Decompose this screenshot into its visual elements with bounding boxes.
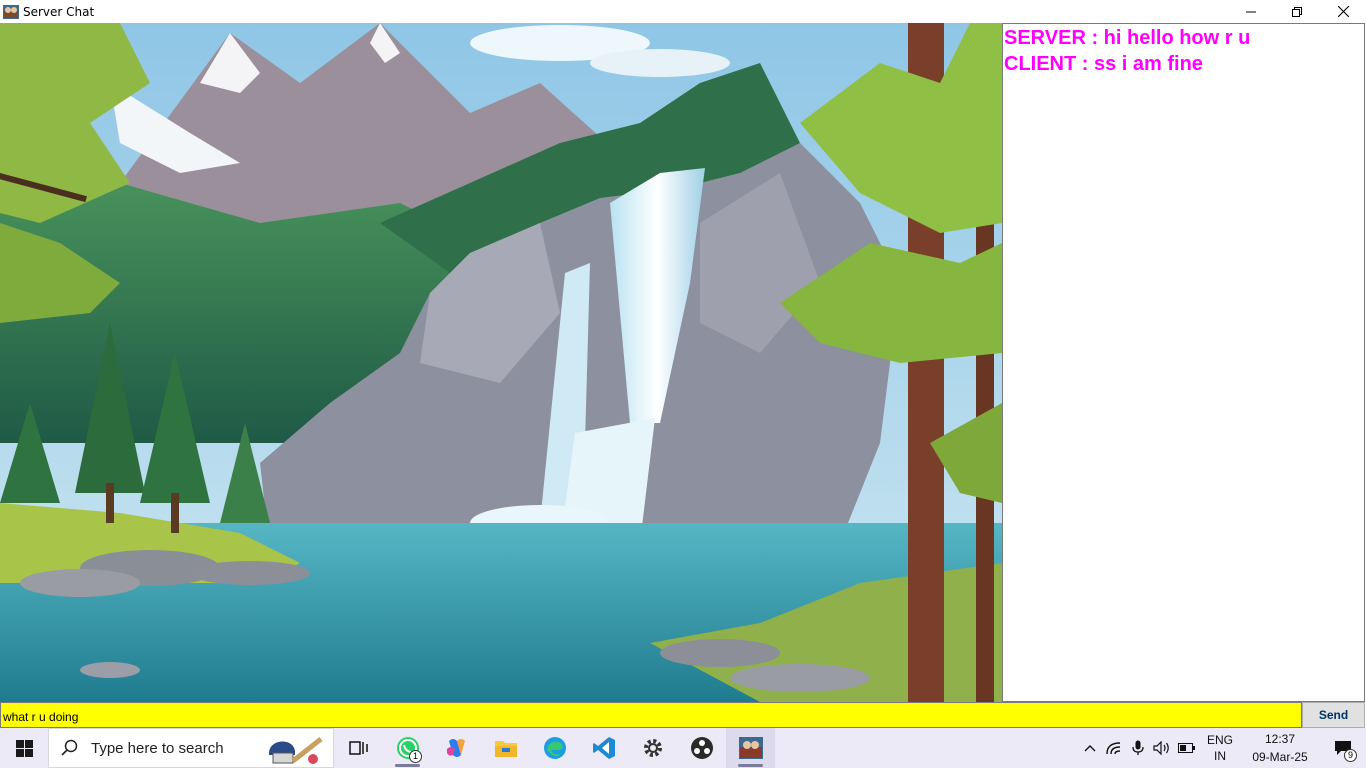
language-code: ENG — [1206, 733, 1233, 747]
taskbar-java-app[interactable] — [726, 728, 775, 768]
chat-display[interactable]: SERVER : hi hello how r u CLIENT : ss i … — [1002, 23, 1365, 702]
speaker-icon — [1153, 741, 1169, 755]
battery-button[interactable] — [1174, 728, 1200, 768]
task-view-icon — [348, 741, 368, 755]
search-placeholder: Type here to search — [91, 739, 224, 757]
whatsapp-unread-badge: 1 — [409, 750, 422, 763]
region-code: IN — [1214, 749, 1226, 763]
cricket-widget-icon — [269, 737, 323, 764]
app-icon — [3, 4, 19, 19]
notification-center-button[interactable]: 9 — [1320, 728, 1366, 768]
search-icon — [61, 739, 78, 756]
java-app-icon — [738, 737, 763, 759]
battery-icon — [1178, 743, 1195, 753]
obs-icon — [690, 737, 713, 759]
send-button[interactable]: Send — [1302, 702, 1365, 728]
vscode-icon — [592, 737, 615, 759]
chat-message: SERVER : hi hello how r u — [1004, 27, 1251, 49]
restore-icon — [1292, 6, 1302, 17]
chevron-up-icon — [1084, 745, 1096, 752]
minimize-icon — [1246, 11, 1256, 12]
taskbar-copilot[interactable] — [432, 728, 481, 768]
microphone-button[interactable] — [1126, 728, 1150, 768]
show-hidden-icons-button[interactable] — [1078, 728, 1102, 768]
taskbar-whatsapp[interactable]: 1 — [383, 728, 432, 768]
waterfall-landscape-image — [0, 23, 1002, 702]
taskbar-file-explorer[interactable] — [481, 728, 530, 768]
windows-logo-icon — [15, 739, 33, 757]
restore-button[interactable] — [1274, 0, 1320, 23]
clock[interactable]: 12:37 09-Mar-25 — [1240, 728, 1320, 768]
file-explorer-icon — [494, 741, 517, 757]
taskbar-search[interactable]: Type here to search — [48, 728, 334, 768]
taskbar-settings[interactable] — [628, 728, 677, 768]
network-button[interactable] — [1102, 728, 1126, 768]
volume-button[interactable] — [1150, 728, 1174, 768]
clock-date: 09-Mar-25 — [1252, 750, 1308, 764]
language-indicator[interactable]: ENG IN — [1200, 728, 1240, 768]
close-icon — [1337, 6, 1349, 17]
microphone-icon — [1132, 740, 1144, 755]
taskbar-obs[interactable] — [677, 728, 726, 768]
wifi-icon — [1106, 742, 1121, 755]
message-input-row: Send — [0, 702, 1366, 728]
close-button[interactable] — [1320, 0, 1366, 23]
minimize-button[interactable] — [1228, 0, 1274, 23]
system-tray: ENG IN 12:37 09-Mar-25 9 — [1078, 728, 1366, 768]
background-image — [0, 23, 1002, 702]
taskbar-vscode[interactable] — [579, 728, 628, 768]
copilot-icon — [446, 739, 465, 757]
notification-count-badge: 9 — [1344, 749, 1357, 762]
taskbar: Type here to search 1 ENG IN 12:37 09-Ma… — [0, 728, 1366, 768]
task-view-button[interactable] — [334, 728, 383, 768]
settings-icon — [643, 739, 662, 757]
start-button[interactable] — [0, 728, 48, 768]
chat-message: CLIENT : ss i am fine — [1004, 53, 1203, 75]
clock-time: 12:37 — [1264, 732, 1296, 746]
edge-icon — [543, 737, 566, 759]
message-input[interactable] — [0, 702, 1302, 728]
window-title: Server Chat — [23, 4, 95, 19]
taskbar-edge[interactable] — [530, 728, 579, 768]
title-bar[interactable]: Server Chat — [0, 0, 1366, 23]
